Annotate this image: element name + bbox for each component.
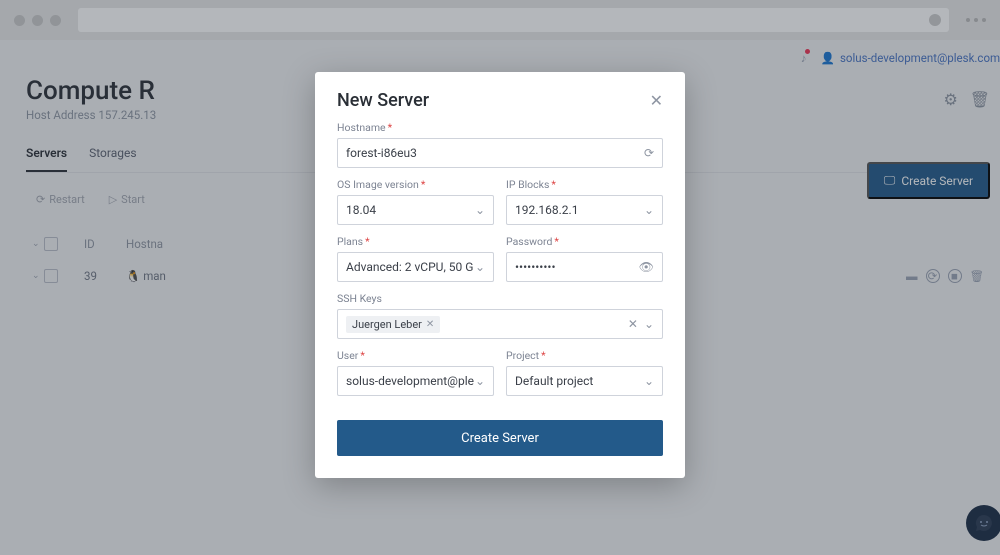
chevron-down-icon: ⌄: [475, 260, 485, 274]
user-label: User*: [337, 349, 494, 362]
project-select[interactable]: Default project⌄: [506, 366, 663, 396]
os-label: OS Image version*: [337, 178, 494, 191]
new-server-modal: New Server ✕ Hostname* ⟳ OS Image versio…: [315, 72, 685, 478]
sshkey-chip: Juergen Leber ✕: [346, 316, 440, 333]
hostname-label: Hostname*: [337, 121, 663, 134]
close-icon[interactable]: ✕: [650, 91, 663, 110]
project-label: Project*: [506, 349, 663, 362]
eye-icon[interactable]: 👁: [639, 260, 654, 274]
os-select[interactable]: 18.04⌄: [337, 195, 494, 225]
chip-remove-icon[interactable]: ✕: [426, 319, 434, 330]
chevron-down-icon: ⌄: [644, 317, 654, 331]
sshkeys-select[interactable]: Juergen Leber ✕ ✕ ⌄: [337, 309, 663, 339]
ipblocks-select[interactable]: 192.168.2.1⌄: [506, 195, 663, 225]
chevron-down-icon: ⌄: [644, 203, 654, 217]
refresh-icon[interactable]: ⟳: [644, 146, 654, 160]
chevron-down-icon: ⌄: [644, 374, 654, 388]
user-select[interactable]: solus-development@ple⌄: [337, 366, 494, 396]
plans-select[interactable]: Advanced: 2 vCPU, 50 G⌄: [337, 252, 494, 282]
clear-icon[interactable]: ✕: [628, 317, 638, 331]
hostname-input[interactable]: ⟳: [337, 138, 663, 168]
submit-create-server-button[interactable]: Create Server: [337, 420, 663, 456]
chevron-down-icon: ⌄: [475, 203, 485, 217]
plans-label: Plans*: [337, 235, 494, 248]
modal-overlay: New Server ✕ Hostname* ⟳ OS Image versio…: [0, 0, 1000, 555]
sshkeys-label: SSH Keys: [337, 292, 663, 305]
password-label: Password*: [506, 235, 663, 248]
chevron-down-icon: ⌄: [475, 374, 485, 388]
ipblocks-label: IP Blocks*: [506, 178, 663, 191]
password-input[interactable]: ••••••••••👁: [506, 252, 663, 282]
modal-title: New Server: [337, 90, 429, 111]
